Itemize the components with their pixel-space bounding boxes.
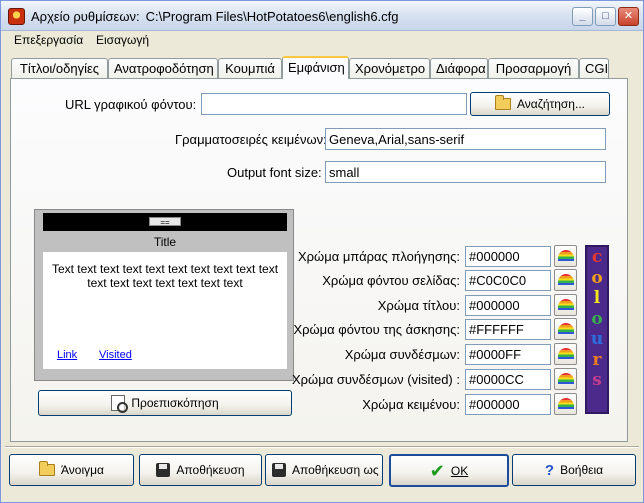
text-colour-input[interactable] bbox=[465, 394, 551, 415]
preview-nav-bar: == bbox=[43, 213, 287, 231]
save-button[interactable]: Αποθήκευση bbox=[139, 454, 262, 486]
floppy-disk-icon bbox=[272, 463, 286, 477]
preview-nav-button: == bbox=[149, 217, 181, 227]
open-button-label: Άνοιγμα bbox=[61, 463, 104, 477]
preview-pane: == Title Text text text text text text t… bbox=[34, 209, 294, 381]
check-icon: ✔ bbox=[429, 460, 445, 481]
tab-titles-instructions[interactable]: Τίτλοι/οδηγίες bbox=[11, 58, 108, 78]
preview-visited-link: Visited bbox=[99, 349, 132, 361]
ok-button[interactable]: ✔ OK bbox=[389, 454, 509, 487]
font-size-input[interactable] bbox=[325, 161, 606, 183]
nav-bar-colour-picker[interactable] bbox=[554, 245, 577, 267]
browse-button[interactable]: Αναζήτηση... bbox=[470, 92, 610, 116]
tab-timer[interactable]: Χρονόμετρο bbox=[349, 58, 430, 78]
footer-separator bbox=[5, 446, 639, 448]
title-bar: Αρχείο ρυθμίσεων: C:\Program Files\HotPot… bbox=[1, 1, 643, 31]
visited-link-colour-label: Χρώμα συνδέσμων (visited) : bbox=[291, 372, 460, 387]
visited-link-colour-picker[interactable] bbox=[554, 368, 577, 390]
preview-exercise-area: Text text text text text text text text … bbox=[43, 252, 287, 369]
link-colour-label: Χρώμα συνδέσμων: bbox=[344, 347, 460, 362]
fonts-label: Γραμματοσειρές κειμένων: bbox=[175, 132, 327, 147]
colours-letter: o bbox=[591, 267, 603, 288]
tab-other[interactable]: Διάφορα bbox=[430, 58, 488, 78]
preview-button-label: Προεπισκόπηση bbox=[131, 396, 219, 410]
folder-open-icon bbox=[495, 95, 512, 110]
ok-button-label: OK bbox=[450, 463, 469, 478]
rainbow-icon bbox=[558, 299, 574, 310]
visited-link-colour-input[interactable] bbox=[465, 369, 551, 390]
tab-feedback[interactable]: Ανατροφοδότηση bbox=[108, 58, 218, 78]
magnifier-icon bbox=[111, 395, 129, 413]
colours-letter: r bbox=[592, 349, 602, 370]
menu-insert[interactable]: Εισαγωγή bbox=[96, 33, 149, 47]
preview-text: Text text text text text text text text … bbox=[51, 262, 279, 290]
colours-letter: s bbox=[592, 370, 602, 390]
colours-logo: c o l o u r s bbox=[585, 245, 609, 414]
preview-button[interactable]: Προεπισκόπηση bbox=[38, 390, 292, 416]
rainbow-icon bbox=[558, 323, 574, 334]
open-button[interactable]: Άνοιγμα bbox=[9, 454, 134, 486]
save-as-button-label: Αποθήκευση ως bbox=[292, 463, 379, 477]
page-bg-colour-label: Χρώμα φόντου σελίδας: bbox=[322, 273, 460, 288]
page-bg-colour-input[interactable] bbox=[465, 270, 551, 291]
nav-bar-colour-label: Χρώμα μπάρας πλοήγησης: bbox=[297, 249, 460, 264]
hot-potatoes-app-icon bbox=[8, 8, 25, 25]
floppy-disk-icon bbox=[156, 463, 171, 477]
exercise-bg-colour-label: Χρώμα φόντου της άσκησης: bbox=[293, 322, 460, 337]
minimize-button[interactable]: _ bbox=[572, 7, 593, 26]
title-colour-label: Χρώμα τίτλου: bbox=[377, 298, 460, 313]
save-as-button[interactable]: Αποθήκευση ως bbox=[265, 454, 383, 486]
nav-bar-colour-input[interactable] bbox=[465, 246, 551, 267]
preview-link: Link bbox=[57, 349, 78, 361]
colours-letter: u bbox=[590, 329, 604, 349]
config-window: Αρχείο ρυθμίσεων: C:\Program Files\HotPot… bbox=[0, 0, 644, 503]
help-button[interactable]: ? Βοήθεια bbox=[512, 454, 636, 486]
window-title: Αρχείο ρυθμίσεων: C:\Program Files\HotPot… bbox=[31, 9, 399, 24]
maximize-button[interactable]: □ bbox=[595, 7, 616, 26]
bg-url-label: URL γραφικού φόντου: bbox=[65, 97, 197, 112]
rainbow-icon bbox=[558, 373, 574, 384]
tab-appearance[interactable]: Εμφάνιση bbox=[282, 56, 349, 79]
save-button-label: Αποθήκευση bbox=[176, 463, 245, 477]
colours-letter: c bbox=[591, 247, 603, 267]
fonts-input[interactable] bbox=[325, 128, 606, 150]
help-question-icon: ? bbox=[544, 461, 555, 479]
exercise-bg-colour-input[interactable] bbox=[465, 319, 551, 340]
title-colour-picker[interactable] bbox=[554, 294, 577, 316]
rainbow-icon bbox=[558, 348, 574, 359]
exercise-bg-colour-picker[interactable] bbox=[554, 318, 577, 340]
browse-label: Αναζήτηση... bbox=[517, 97, 585, 111]
link-colour-input[interactable] bbox=[465, 344, 551, 365]
text-colour-picker[interactable] bbox=[554, 393, 577, 415]
rainbow-icon bbox=[558, 274, 574, 285]
tab-buttons[interactable]: Κουμπιά bbox=[218, 58, 282, 78]
rainbow-icon bbox=[558, 250, 574, 261]
font-size-label: Output font size: bbox=[227, 165, 322, 180]
title-colour-input[interactable] bbox=[465, 295, 551, 316]
tab-custom[interactable]: Προσαρμογή bbox=[488, 58, 579, 78]
bg-url-input[interactable] bbox=[201, 93, 467, 115]
colours-letter: o bbox=[591, 308, 603, 329]
tab-cgi[interactable]: CGI bbox=[579, 58, 609, 78]
help-button-label: Βοήθεια bbox=[560, 463, 604, 477]
colours-letter: l bbox=[593, 288, 601, 308]
text-colour-label: Χρώμα κειμένου: bbox=[362, 397, 460, 412]
menu-edit[interactable]: Επεξεργασία bbox=[14, 33, 83, 47]
close-button[interactable]: ✕ bbox=[618, 7, 639, 26]
rainbow-icon bbox=[558, 398, 574, 409]
link-colour-picker[interactable] bbox=[554, 343, 577, 365]
preview-title: Title bbox=[153, 235, 177, 249]
page-bg-colour-picker[interactable] bbox=[554, 269, 577, 291]
menu-bar: Επεξεργασία Εισαγωγή bbox=[1, 31, 643, 49]
folder-open-icon bbox=[39, 461, 55, 476]
